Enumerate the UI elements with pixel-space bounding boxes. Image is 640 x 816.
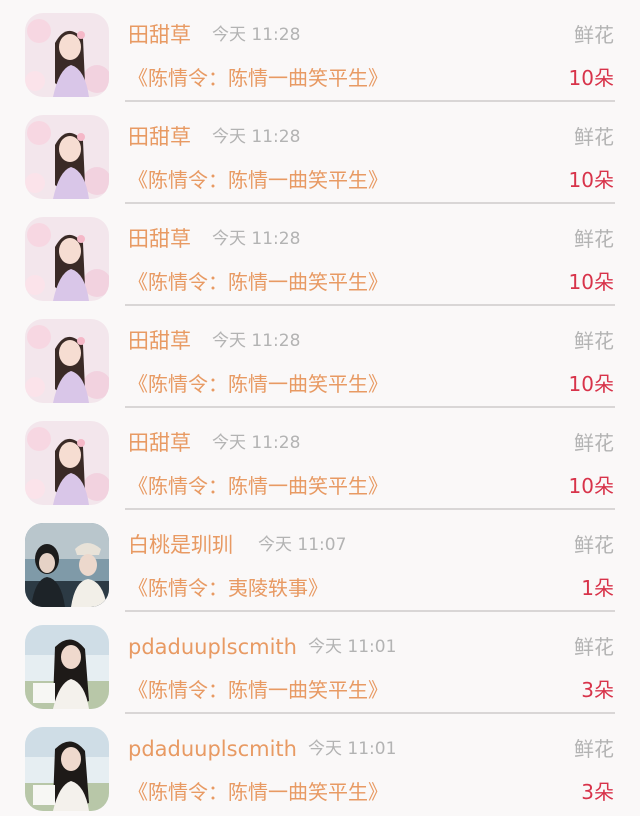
gift-record-row[interactable]: 田甜草 今天 11:28 鲜花 《陈情令：陈情一曲笑平生》 10朵 — [0, 306, 640, 408]
gift-type-label: 鲜花 — [574, 635, 614, 659]
username[interactable]: 白桃是玔玔 — [128, 531, 233, 559]
username[interactable]: 田甜草 — [128, 327, 191, 355]
book-title-link[interactable]: 《陈情令：夷陵轶事》 — [128, 574, 328, 602]
gift-time: 今天 11:28 — [212, 331, 301, 351]
gift-type-label: 鲜花 — [574, 227, 614, 251]
book-title-link[interactable]: 《陈情令：陈情一曲笑平生》 — [128, 166, 388, 194]
gift-time: 今天 11:28 — [212, 127, 301, 147]
gift-count: 10朵 — [568, 270, 614, 294]
book-title-link[interactable]: 《陈情令：陈情一曲笑平生》 — [128, 370, 388, 398]
gift-time: 今天 11:07 — [258, 535, 347, 555]
girl-flowers-avatar-image — [25, 115, 109, 199]
user-avatar[interactable] — [25, 727, 109, 811]
girl-flowers-avatar-image — [25, 13, 109, 97]
user-avatar[interactable] — [25, 523, 109, 607]
username[interactable]: 田甜草 — [128, 429, 191, 457]
gift-type-label: 鲜花 — [574, 431, 614, 455]
gift-time: 今天 11:01 — [308, 637, 397, 657]
gift-record-row[interactable]: pdaduuplscmith 今天 11:01 鲜花 《陈情令：陈情一曲笑平生》… — [0, 612, 640, 714]
username[interactable]: 田甜草 — [128, 225, 191, 253]
user-avatar[interactable] — [25, 421, 109, 505]
gift-type-label: 鲜花 — [574, 329, 614, 353]
user-avatar[interactable] — [25, 625, 109, 709]
book-title-link[interactable]: 《陈情令：陈情一曲笑平生》 — [128, 676, 388, 704]
gift-record-row[interactable]: 田甜草 今天 11:28 鲜花 《陈情令：陈情一曲笑平生》 10朵 — [0, 0, 640, 102]
book-title-link[interactable]: 《陈情令：陈情一曲笑平生》 — [128, 64, 388, 92]
user-avatar[interactable] — [25, 217, 109, 301]
gift-type-label: 鲜花 — [574, 125, 614, 149]
user-avatar[interactable] — [25, 115, 109, 199]
woman-portrait-avatar-image — [25, 625, 109, 709]
girl-flowers-avatar-image — [25, 319, 109, 403]
username[interactable]: 田甜草 — [128, 21, 191, 49]
gift-time: 今天 11:28 — [212, 25, 301, 45]
username[interactable]: pdaduuplscmith — [128, 633, 297, 661]
girl-flowers-avatar-image — [25, 421, 109, 505]
user-avatar[interactable] — [25, 13, 109, 97]
gift-count: 10朵 — [568, 168, 614, 192]
gift-count: 3朵 — [581, 678, 614, 702]
book-title-link[interactable]: 《陈情令：陈情一曲笑平生》 — [128, 268, 388, 296]
gift-count: 10朵 — [568, 372, 614, 396]
two-men-avatar-image — [25, 523, 109, 607]
username[interactable]: pdaduuplscmith — [128, 735, 297, 763]
gift-record-row[interactable]: 田甜草 今天 11:28 鲜花 《陈情令：陈情一曲笑平生》 10朵 — [0, 102, 640, 204]
gift-type-label: 鲜花 — [574, 533, 614, 557]
gift-count: 10朵 — [568, 66, 614, 90]
gift-time: 今天 11:01 — [308, 739, 397, 759]
book-title-link[interactable]: 《陈情令：陈情一曲笑平生》 — [128, 472, 388, 500]
username[interactable]: 田甜草 — [128, 123, 191, 151]
book-title-link[interactable]: 《陈情令：陈情一曲笑平生》 — [128, 778, 388, 806]
gift-type-label: 鲜花 — [574, 737, 614, 761]
gift-record-row[interactable]: 白桃是玔玔 今天 11:07 鲜花 《陈情令：夷陵轶事》 1朵 — [0, 510, 640, 612]
gift-count: 1朵 — [581, 576, 614, 600]
gift-time: 今天 11:28 — [212, 433, 301, 453]
user-avatar[interactable] — [25, 319, 109, 403]
girl-flowers-avatar-image — [25, 217, 109, 301]
gift-type-label: 鲜花 — [574, 23, 614, 47]
gift-time: 今天 11:28 — [212, 229, 301, 249]
gift-record-row[interactable]: pdaduuplscmith 今天 11:01 鲜花 《陈情令：陈情一曲笑平生》… — [0, 714, 640, 816]
gift-count: 10朵 — [568, 474, 614, 498]
gift-count: 3朵 — [581, 780, 614, 804]
woman-portrait-avatar-image — [25, 727, 109, 811]
gift-record-row[interactable]: 田甜草 今天 11:28 鲜花 《陈情令：陈情一曲笑平生》 10朵 — [0, 408, 640, 510]
gift-record-row[interactable]: 田甜草 今天 11:28 鲜花 《陈情令：陈情一曲笑平生》 10朵 — [0, 204, 640, 306]
